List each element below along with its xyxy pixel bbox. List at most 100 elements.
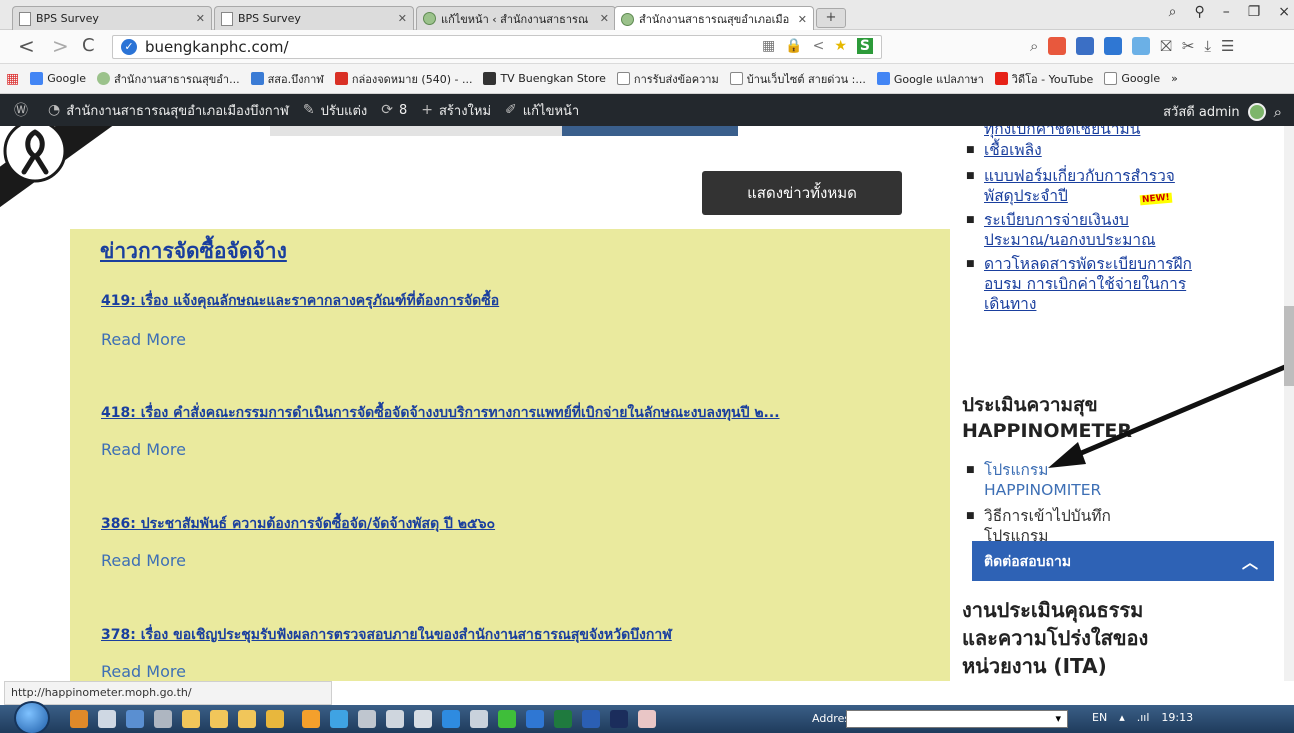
maximize-icon[interactable]: ❐ [1248,4,1261,20]
wp-site-name[interactable]: ◔ สำนักงานสาธารณสุขอำเภอเมืองบึงกาฬ [48,100,289,121]
bookmark-ssa[interactable]: สสอ.บึงกาฬ [250,70,324,88]
page-scrollbar[interactable] [1284,126,1294,681]
news-link[interactable]: 378: เรื่อง ขอเชิญประชุมรับฟังผลการตรวจส… [101,624,672,646]
folder-icon[interactable] [266,710,284,728]
app-icon[interactable] [302,710,320,728]
wp-new[interactable]: + สร้างใหม่ [421,100,491,121]
close-icon[interactable]: ✕ [600,12,609,25]
photoshop-icon[interactable] [610,710,628,728]
app-icon[interactable] [330,710,348,728]
tab-bps-survey-1[interactable]: BPS Survey ✕ [12,6,212,30]
bookmark-google-2[interactable]: Google [1104,72,1160,85]
show-all-news-button[interactable]: แสดงข่าวทั้งหมด [702,171,902,215]
cut-icon[interactable]: ✂ [1182,37,1195,55]
app-icon[interactable] [470,710,488,728]
avatar[interactable] [1247,102,1266,121]
bookmark-tv-store[interactable]: TV Buengkan Store [483,72,606,85]
read-more-link[interactable]: Read More [101,662,186,681]
chevron-up-icon[interactable]: ▴ [1119,711,1125,724]
app-icon[interactable] [98,710,116,728]
app-icon[interactable] [526,710,544,728]
bookmark-gmail[interactable]: กล่องจดหมาย (540) - ... [334,70,472,88]
tab-edit-page[interactable]: แก้ไขหน้า ‹ สำนักงานสาธารณ ✕ [416,6,616,30]
close-icon[interactable]: ✕ [398,12,407,25]
contact-widget[interactable]: ติดต่อสอบถาม ︿ [972,541,1274,581]
line-icon[interactable] [498,710,516,728]
app-icon[interactable] [386,710,404,728]
extension-s-icon[interactable]: S [856,38,873,54]
ie-icon[interactable] [442,710,460,728]
app-icon[interactable] [154,710,172,728]
back-icon[interactable]: < [18,36,35,56]
bookmarks-overflow[interactable]: » [1171,72,1178,85]
bookmark-hotline[interactable]: บ้านเว็บไซต์ สายด่วน :... [729,70,866,88]
bookmark-google[interactable]: Google [30,72,86,85]
sidebar-link[interactable]: ดาวโหลดสารพัดระเบียบการฝึกอบรม การเบิกค่… [962,254,1192,314]
search-icon[interactable]: ⌕ [1274,103,1282,121]
extension-icon[interactable] [1104,37,1123,55]
close-window-icon[interactable]: × [1278,4,1290,20]
forward-icon[interactable]: > [52,36,69,56]
star-icon[interactable]: ★ [834,38,847,54]
word-icon[interactable] [582,710,600,728]
wp-updates[interactable]: ⟳ 8 [381,102,407,118]
new-tab-button[interactable]: + [816,8,846,28]
app-icon[interactable] [414,710,432,728]
read-more-link[interactable]: Read More [101,551,186,570]
lock-icon[interactable]: 🔒 [785,38,802,54]
clock[interactable]: 19:13 [1161,711,1193,724]
wordpress-logo[interactable]: Ⓦ [14,100,34,120]
bookmark-messages[interactable]: การรับส่งข้อความ [616,70,719,88]
extension-icon[interactable] [1048,37,1067,55]
menu-icon[interactable]: ☰ [1221,37,1234,55]
minimize-icon[interactable]: – [1223,4,1230,20]
sidebar-link-cut[interactable]: ทุกงเบิกค่าชดเชยน้ำมัน [984,126,1140,141]
excel-icon[interactable] [554,710,572,728]
close-icon[interactable]: ✕ [798,13,807,26]
sidebar-link[interactable]: เชื้อเพลิง [962,140,1192,160]
save-icon[interactable]: ⛝ [1160,37,1171,55]
app-icon[interactable] [126,710,144,728]
tab-active-site[interactable]: สำนักงานสาธารณสุขอำเภอเมือ ✕ [614,6,814,31]
wp-customize[interactable]: ✎ ปรับแต่ง [303,100,367,121]
reload-icon[interactable]: C [82,36,95,56]
extension-icon[interactable] [1132,37,1151,55]
address-toolbar-input[interactable]: ▾ [846,710,1068,728]
app-icon[interactable] [358,710,376,728]
folder-icon[interactable] [238,710,256,728]
start-button[interactable] [14,701,50,733]
extension-icon[interactable] [1076,37,1095,55]
read-more-link[interactable]: Read More [101,330,186,349]
folder-icon[interactable] [182,710,200,728]
address-bar[interactable]: ✓ buengkanphc.com/ ▦ 🔒 < ★ S [112,35,882,59]
pin-icon[interactable]: ⚲ [1194,4,1204,20]
app-icon[interactable] [638,710,656,728]
bookmark-site[interactable]: สำนักงานสาธารณสุขอำ... [97,70,240,88]
news-link[interactable]: 419: เรื่อง แจ้งคุณลักษณะและราคากลางครุภ… [101,290,499,312]
language-indicator[interactable]: EN [1092,711,1107,724]
signal-icon[interactable]: .ııl [1137,711,1150,724]
news-link[interactable]: 418: เรื่อง คำสั่งคณะกรรมการดำเนินการจัด… [101,402,780,424]
scroll-thumb[interactable] [1284,306,1294,386]
url-text[interactable]: buengkanphc.com/ [145,38,289,56]
chevron-up-icon[interactable]: ︿ [1242,549,1258,573]
news-link[interactable]: 386: ประชาสัมพันธ์ ความต้องการจัดซื้อจัด… [101,513,495,535]
folder-icon[interactable] [210,710,228,728]
wp-greeting[interactable]: สวัสดี admin [1163,101,1239,122]
bookmark-translate[interactable]: Google แปลภาษา [876,70,984,88]
tab-bps-survey-2[interactable]: BPS Survey ✕ [214,6,414,30]
translate-icon[interactable]: ▦ [762,38,775,54]
close-icon[interactable]: ✕ [196,12,205,25]
happinometer-howto-link[interactable]: วิธีการเข้าไปบันทึก โปรแกรม [962,506,1122,546]
news-section-title[interactable]: ข่าวการจัดซื้อจัดจ้าง [100,235,287,268]
read-more-link[interactable]: Read More [101,440,186,459]
sidebar-link[interactable]: ระเบียบการจ่ายเงินงบประมาณ/นอกงบประมาณ [962,210,1192,250]
search-icon[interactable]: ⌕ [1169,4,1177,20]
search-icon[interactable]: ⌕ [1030,37,1038,55]
apps-icon[interactable]: ▦ [6,71,19,87]
wp-edit-page[interactable]: ✐ แก้ไขหน้า [505,100,579,121]
share-icon[interactable]: < [813,38,825,54]
app-icon[interactable] [70,710,88,728]
bookmark-youtube[interactable]: วิดีโอ - YouTube [994,70,1093,88]
download-icon[interactable]: ⤓ [1204,37,1211,55]
